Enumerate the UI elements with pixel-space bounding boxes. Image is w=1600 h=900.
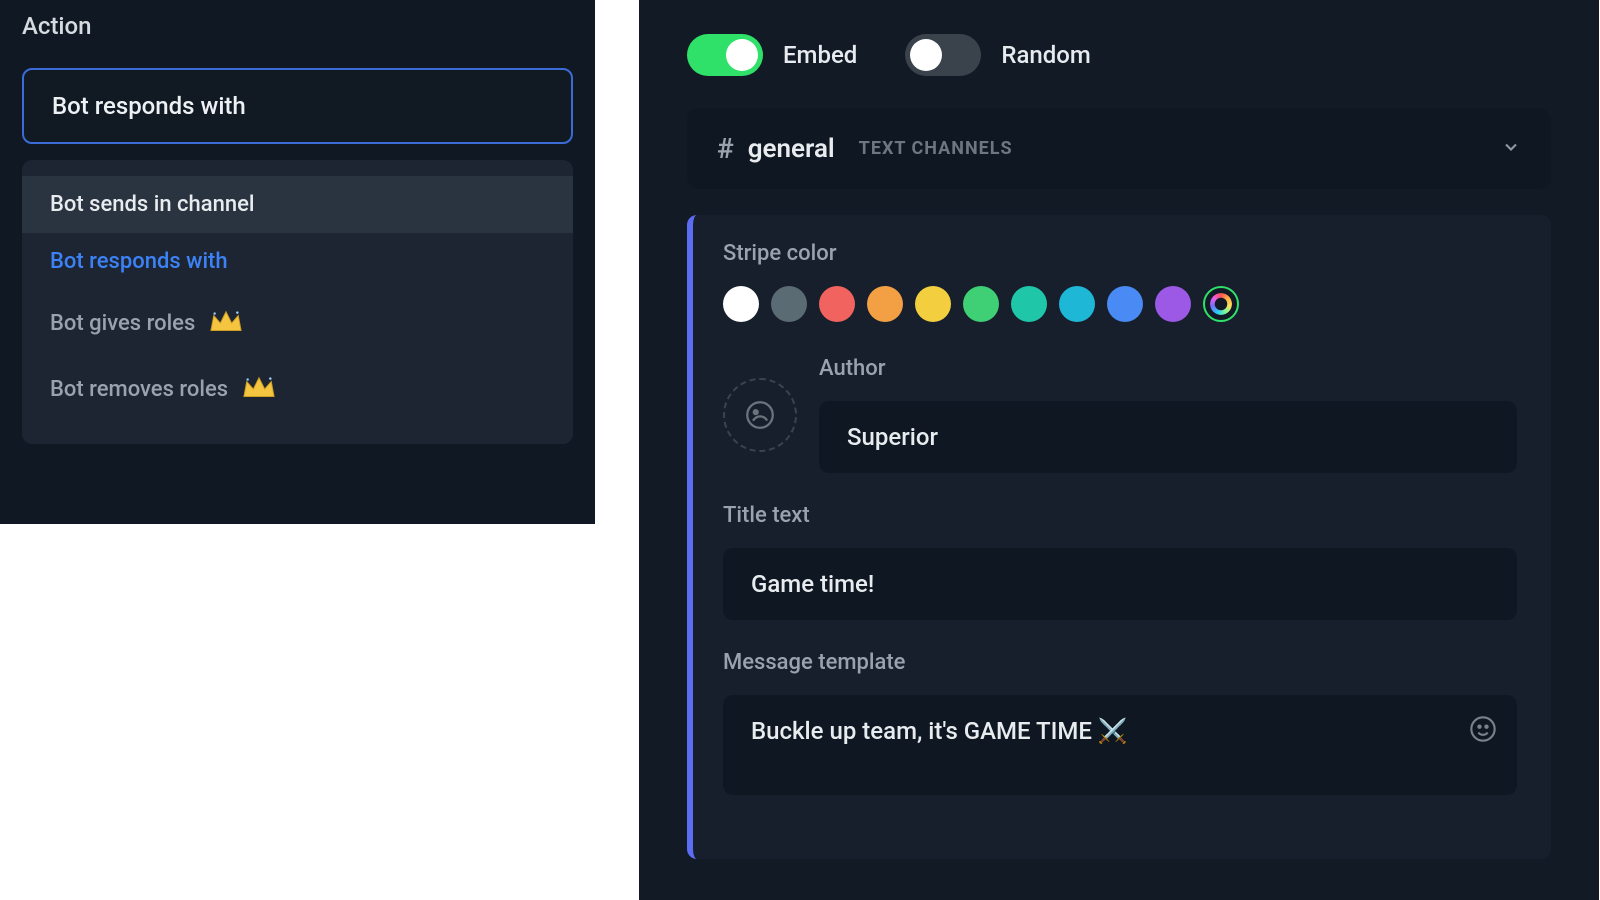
action-option[interactable]: Bot removes roles	[22, 356, 573, 422]
action-option-label: Bot responds with	[50, 249, 228, 274]
chevron-down-icon	[1501, 137, 1521, 161]
color-swatch[interactable]	[819, 286, 855, 322]
action-select[interactable]: Bot responds with	[22, 68, 573, 144]
crown-icon	[242, 372, 276, 406]
color-swatch[interactable]	[915, 286, 951, 322]
embed-block: Stripe color Author Title text	[687, 215, 1551, 859]
emoji-picker-icon[interactable]	[1469, 715, 1497, 747]
action-option[interactable]: Bot gives roles	[22, 290, 573, 356]
color-swatch[interactable]	[1011, 286, 1047, 322]
random-toggle[interactable]	[905, 34, 981, 76]
toggle-row: Embed Random	[687, 34, 1551, 76]
action-option[interactable]: Bot sends in channel	[22, 176, 573, 233]
action-option-label: Bot sends in channel	[50, 192, 254, 217]
color-swatch[interactable]	[867, 286, 903, 322]
embed-config-panel: Embed Random # general TEXT CHANNELS	[639, 0, 1599, 900]
color-swatch[interactable]	[1155, 286, 1191, 322]
action-select-value: Bot responds with	[52, 92, 246, 120]
crown-icon	[209, 306, 243, 340]
author-input[interactable]	[819, 401, 1517, 473]
channel-name: general	[748, 134, 835, 164]
custom-color-swatch[interactable]	[1203, 286, 1239, 322]
action-panel: Action Bot responds with Bot sends in ch…	[0, 0, 595, 524]
color-swatch[interactable]	[771, 286, 807, 322]
message-template-input[interactable]	[723, 695, 1517, 795]
channel-hint: TEXT CHANNELS	[859, 138, 1013, 159]
hash-icon: #	[717, 132, 734, 165]
stripe-color-swatches	[723, 286, 1517, 322]
color-swatch[interactable]	[1107, 286, 1143, 322]
embed-toggle[interactable]	[687, 34, 763, 76]
action-option[interactable]: Bot responds with	[22, 233, 573, 290]
embed-toggle-label: Embed	[783, 41, 857, 69]
color-swatch[interactable]	[1059, 286, 1095, 322]
message-template-label: Message template	[723, 650, 1517, 675]
color-swatch[interactable]	[723, 286, 759, 322]
action-option-label: Bot gives roles	[50, 311, 195, 336]
action-option-label: Bot removes roles	[50, 377, 228, 402]
channel-select[interactable]: # general TEXT CHANNELS	[687, 108, 1551, 189]
title-text-input[interactable]	[723, 548, 1517, 620]
random-toggle-label: Random	[1001, 41, 1090, 69]
stripe-color-label: Stripe color	[723, 241, 1517, 266]
title-text-label: Title text	[723, 503, 1517, 528]
author-label: Author	[819, 356, 1517, 381]
color-swatch[interactable]	[963, 286, 999, 322]
action-dropdown: Bot sends in channel Bot responds with Bot…	[22, 160, 573, 444]
action-section-label: Action	[22, 12, 573, 40]
author-avatar-upload[interactable]	[723, 378, 797, 452]
